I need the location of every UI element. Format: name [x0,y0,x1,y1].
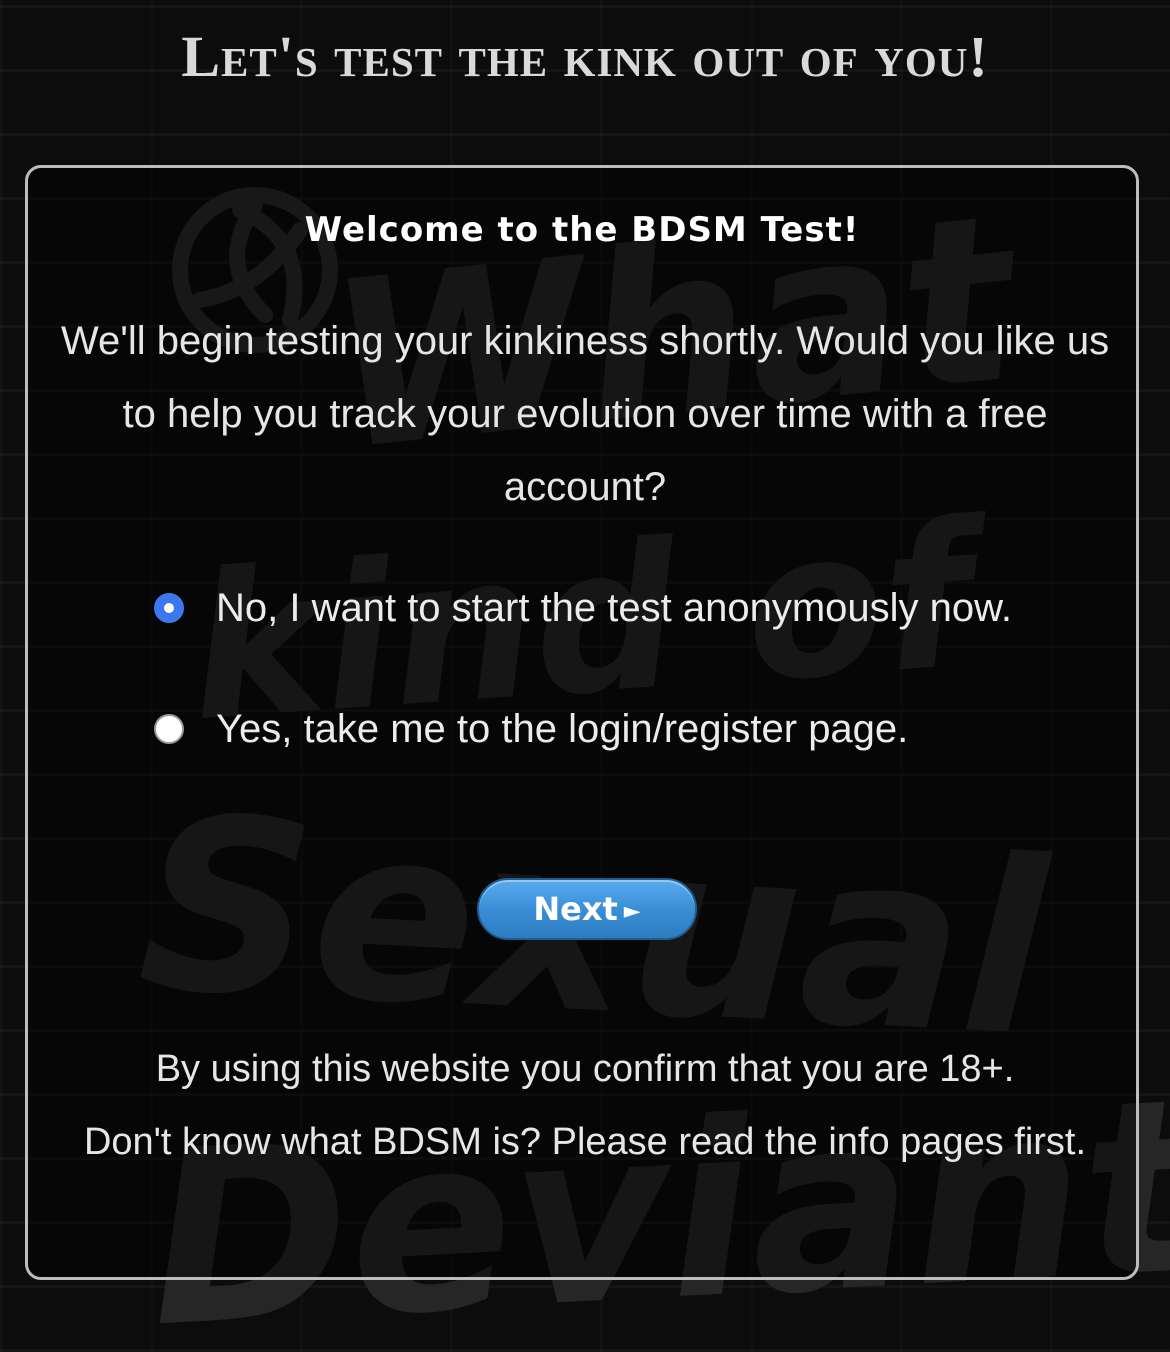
radio-anonymous[interactable] [154,593,184,623]
age-confirmation-text: By using this website you confirm that y… [155,1048,1015,1090]
footer-notice: By using this website you confirm that y… [68,1033,1102,1179]
account-choice-group: No, I want to start the test anonymously… [154,578,1012,820]
info-pages-text: Don't know what BDSM is? Please read the… [83,1121,1087,1163]
intro-text: We'll begin testing your kinkiness short… [60,319,1110,509]
next-button[interactable]: Next ► [477,878,697,940]
radio-login-register[interactable] [154,714,184,744]
option-anonymous-label[interactable]: No, I want to start the test anonymously… [216,586,1012,631]
next-button-label: Next [533,890,618,928]
option-login-register-label[interactable]: Yes, take me to the login/register page. [216,707,908,752]
welcome-title: Welcome to the BDSM Test! [304,210,860,250]
page-title: Let's test the kink out of you! [181,24,989,89]
welcome-card: Welcome to the BDSM Test! We'll begin te… [25,165,1139,1280]
option-anonymous[interactable]: No, I want to start the test anonymously… [154,578,1012,638]
play-arrow-icon: ► [623,898,641,924]
option-login-register[interactable]: Yes, take me to the login/register page. [154,699,1012,759]
